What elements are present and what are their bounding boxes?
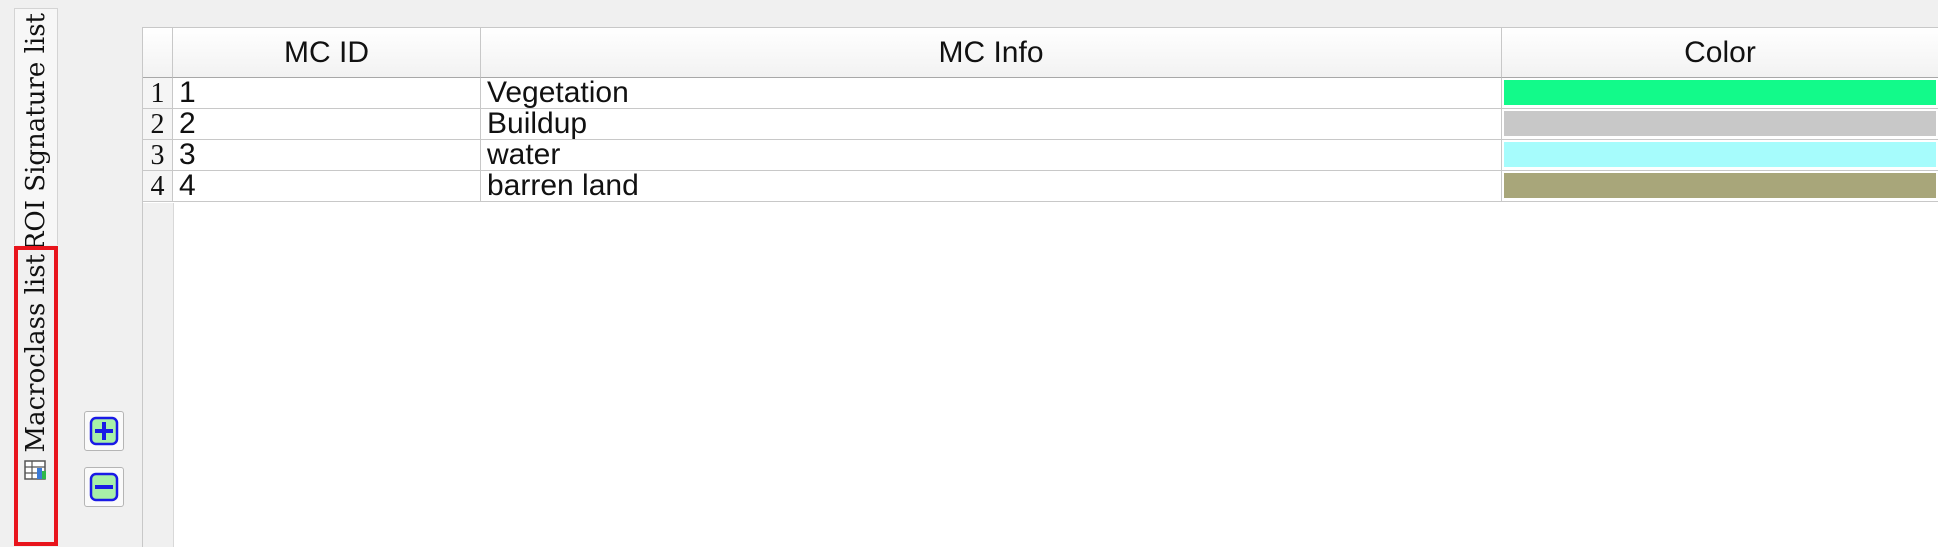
table-row[interactable]: 2 2 Buildup (143, 109, 1938, 140)
color-cell[interactable] (1502, 140, 1938, 171)
macroclass-table-icon (24, 459, 46, 480)
color-swatch (1504, 111, 1936, 136)
column-header-mc-id[interactable]: MC ID (173, 28, 481, 78)
color-cell[interactable] (1502, 171, 1938, 202)
tab-macroclass-list[interactable]: Macroclass list (14, 246, 58, 546)
row-number[interactable]: 1 (143, 78, 173, 109)
mc-id-cell[interactable]: 3 (173, 140, 481, 171)
mc-info-cell[interactable]: barren land (481, 171, 1502, 202)
color-swatch (1504, 142, 1936, 167)
row-header-area (143, 203, 174, 547)
mc-info-cell[interactable]: Buildup (481, 109, 1502, 140)
tab-roi-signature-list-label: ROI Signature list (21, 13, 51, 252)
minus-icon (89, 472, 119, 502)
mc-id-cell[interactable]: 2 (173, 109, 481, 140)
mc-info-cell[interactable]: water (481, 140, 1502, 171)
row-number[interactable]: 4 (143, 171, 173, 202)
corner-cell[interactable] (143, 28, 173, 78)
mc-info-cell[interactable]: Vegetation (481, 78, 1502, 109)
plus-icon (89, 416, 119, 446)
color-swatch (1504, 80, 1936, 105)
table-row[interactable]: 4 4 barren land (143, 171, 1938, 202)
table-row[interactable]: 1 1 Vegetation (143, 78, 1938, 109)
mc-id-cell[interactable]: 1 (173, 78, 481, 109)
tab-roi-signature-list[interactable]: ROI Signature list (14, 8, 58, 251)
table-header: MC ID MC Info Color (143, 28, 1938, 78)
add-macroclass-button[interactable] (84, 411, 124, 451)
macroclass-toolbar (68, 0, 142, 546)
remove-macroclass-button[interactable] (84, 467, 124, 507)
tab-macroclass-list-label: Macroclass list (21, 254, 51, 453)
mc-id-cell[interactable]: 4 (173, 171, 481, 202)
row-number[interactable]: 3 (143, 140, 173, 171)
column-header-color[interactable]: Color (1502, 28, 1938, 78)
row-number[interactable]: 2 (143, 109, 173, 140)
table-row[interactable]: 3 3 water (143, 140, 1938, 171)
color-cell[interactable] (1502, 78, 1938, 109)
column-header-mc-info[interactable]: MC Info (481, 28, 1502, 78)
color-swatch (1504, 173, 1936, 198)
color-cell[interactable] (1502, 109, 1938, 140)
macroclass-table: MC ID MC Info Color 1 1 Vegetation 2 2 B… (142, 27, 1938, 547)
vertical-tab-strip: ROI Signature list Macroclass list (0, 0, 68, 546)
